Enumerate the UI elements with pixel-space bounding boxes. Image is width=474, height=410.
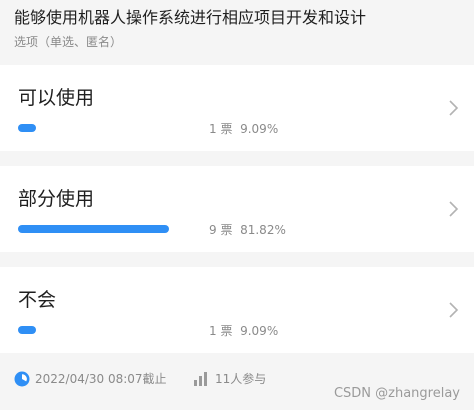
vote-bar bbox=[18, 124, 203, 132]
option-stats: 1 票 9.09% bbox=[18, 120, 278, 136]
option-label: 可以使用 bbox=[18, 87, 95, 109]
vote-bar bbox=[18, 326, 203, 334]
option-stats: 1 票 9.09% bbox=[18, 322, 278, 338]
poll-option-1[interactable]: 可以使用 1 票 9.09% bbox=[0, 65, 474, 151]
vote-percent: 9.09% bbox=[240, 121, 279, 136]
option-stats: 9 票 81.82% bbox=[18, 221, 286, 237]
chevron-right-icon bbox=[449, 302, 459, 318]
vote-count: 1 票 bbox=[209, 323, 233, 338]
option-label: 部分使用 bbox=[18, 188, 95, 210]
vote-stats-text: 9 票 81.82% bbox=[209, 221, 286, 238]
vote-count: 1 票 bbox=[209, 121, 233, 136]
poll-page: 能够使用机器人操作系统进行相应项目开发和设计 选项（单选、匿名） 可以使用 1 … bbox=[0, 0, 474, 410]
participants-info: 11人参与 bbox=[193, 370, 266, 387]
poll-option-3[interactable]: 不会 1 票 9.09% bbox=[0, 267, 474, 353]
poll-option-2[interactable]: 部分使用 9 票 81.82% bbox=[0, 166, 474, 252]
csdn-watermark: CSDN @zhangrelay bbox=[333, 386, 460, 401]
participants-text: 11人参与 bbox=[215, 372, 267, 386]
poll-header: 能够使用机器人操作系统进行相应项目开发和设计 选项（单选、匿名） bbox=[0, 0, 474, 65]
vote-percent: 81.82% bbox=[240, 222, 286, 237]
vote-bar-fill bbox=[18, 124, 36, 132]
poll-subtitle: 选项（单选、匿名） bbox=[14, 35, 123, 49]
chevron-right-icon bbox=[449, 100, 459, 116]
deadline-text: 2022/04/30 08:07截止 bbox=[35, 372, 167, 386]
poll-footer: 2022/04/30 08:07截止 11人参与 CSDN @zhangrela… bbox=[0, 353, 474, 410]
poll-title: 能够使用机器人操作系统进行相应项目开发和设计 bbox=[14, 8, 367, 27]
vote-stats-text: 1 票 9.09% bbox=[209, 322, 278, 339]
deadline-info: 2022/04/30 08:07截止 bbox=[14, 370, 167, 387]
clock-icon bbox=[14, 371, 30, 386]
option-label: 不会 bbox=[18, 289, 57, 311]
vote-percent: 9.09% bbox=[240, 323, 279, 338]
vote-bar-fill bbox=[18, 326, 36, 334]
bar-stats-icon bbox=[194, 371, 207, 386]
vote-count: 9 票 bbox=[209, 222, 233, 237]
chevron-right-icon bbox=[449, 201, 459, 217]
vote-bar-fill bbox=[18, 225, 169, 233]
vote-bar bbox=[18, 225, 203, 233]
vote-stats-text: 1 票 9.09% bbox=[209, 120, 278, 137]
